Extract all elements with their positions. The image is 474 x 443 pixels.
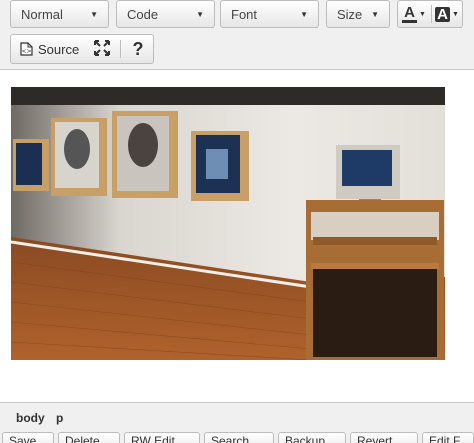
save-button[interactable]: Save <box>2 432 54 443</box>
font-dropdown[interactable]: Font ▼ <box>220 0 319 28</box>
rw-edit-button[interactable]: RW Edit <box>124 432 200 443</box>
backup-button[interactable]: Backup <box>278 432 346 443</box>
chevron-down-icon: ▼ <box>196 9 204 19</box>
editor-content-area[interactable] <box>0 70 474 402</box>
bg-color-button[interactable]: A ▼ <box>432 1 462 27</box>
text-color-button[interactable]: A ▼ <box>398 1 430 27</box>
maximize-button[interactable] <box>88 35 116 63</box>
search-button[interactable]: Search <box>204 432 274 443</box>
source-icon: <> <box>20 42 33 56</box>
chevron-down-icon: ▼ <box>90 9 98 19</box>
path-item-p[interactable]: p <box>56 411 63 425</box>
chevron-down-icon: ▼ <box>451 10 459 18</box>
maximize-icon <box>94 39 110 59</box>
code-dropdown[interactable]: Code ▼ <box>116 0 215 28</box>
bottom-actions-bar: Save Delete RW Edit Search Backup Revert… <box>0 432 474 443</box>
source-button[interactable]: <> Source <box>12 35 88 63</box>
size-dropdown-label: Size <box>337 6 363 22</box>
bg-color-icon: A <box>435 5 450 23</box>
chevron-down-icon: ▼ <box>300 9 308 19</box>
source-button-label: Source <box>38 41 80 57</box>
format-dropdown-label: Normal <box>21 6 63 22</box>
chevron-down-icon: ▼ <box>418 10 426 18</box>
format-dropdown[interactable]: Normal ▼ <box>10 0 109 28</box>
size-dropdown[interactable]: Size ▼ <box>326 0 390 28</box>
revert-button[interactable]: Revert <box>350 432 418 443</box>
gallery-photo[interactable] <box>11 87 445 360</box>
code-dropdown-label: Code <box>127 6 159 22</box>
delete-button[interactable]: Delete <box>58 432 120 443</box>
editor-toolbar: Normal ▼ Code ▼ Font ▼ Size ▼ A ▼ A ▼ <>… <box>0 0 474 70</box>
svg-text:<>: <> <box>21 48 31 55</box>
edit-file-button[interactable]: Edit F <box>422 432 474 443</box>
path-item-body[interactable]: body <box>16 411 45 425</box>
element-path-bar: body p <box>0 402 474 432</box>
toolbar-separator <box>120 40 121 58</box>
font-dropdown-label: Font <box>231 6 258 22</box>
text-color-icon: A <box>402 3 417 23</box>
help-icon: ? <box>132 38 144 59</box>
chevron-down-icon: ▼ <box>371 9 379 19</box>
help-button[interactable]: ? <box>124 35 152 63</box>
